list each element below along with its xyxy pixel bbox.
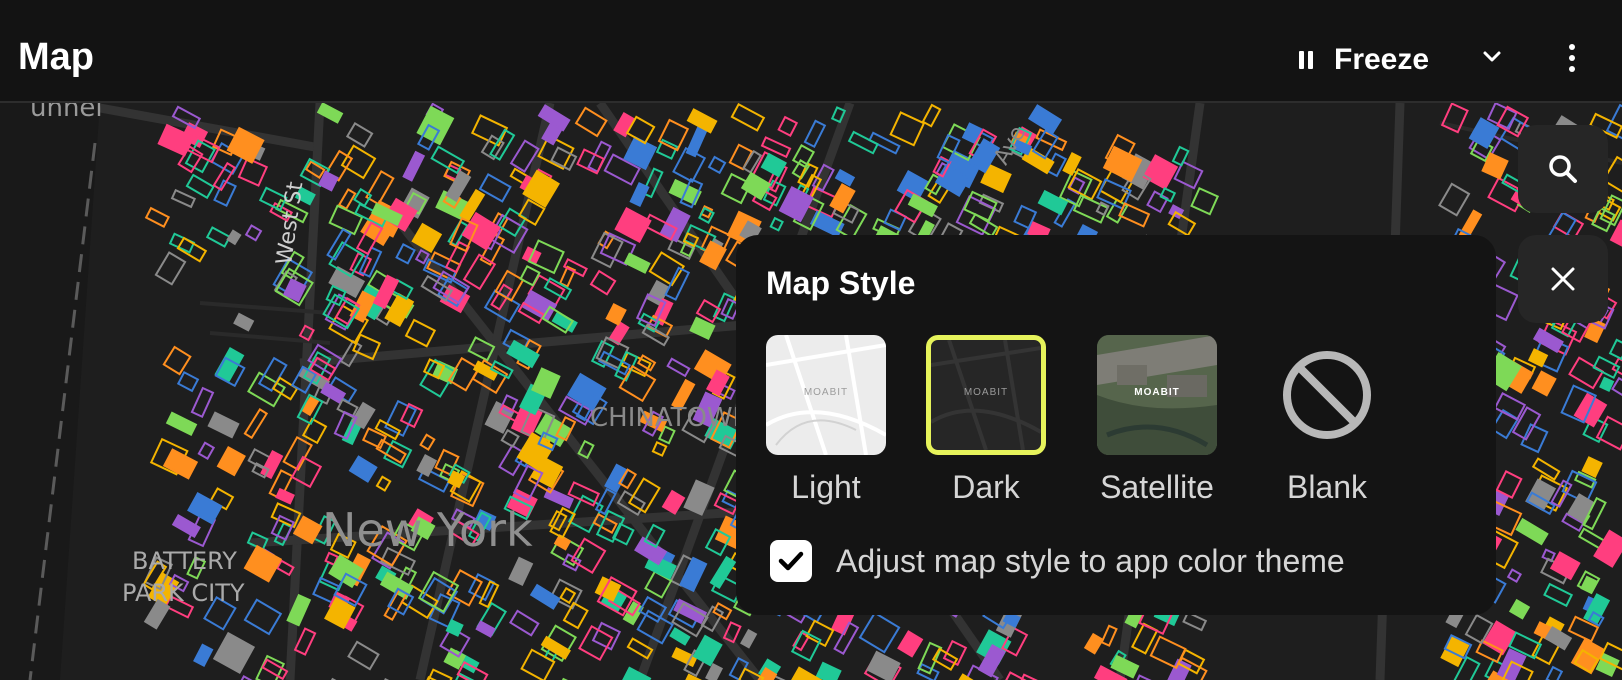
adjust-theme-option[interactable]: Adjust map style to app color theme	[770, 540, 1345, 582]
style-option-light[interactable]: MOABIT Light	[751, 335, 901, 506]
light-style-thumbnail: MOABIT	[766, 335, 886, 455]
checkmark-icon	[778, 551, 804, 571]
map-style-panel: Map Style MOABIT Light MOABIT Dark MOABI…	[736, 235, 1496, 615]
chevron-down-icon[interactable]	[1480, 44, 1504, 68]
freeze-control[interactable]: Freeze	[1290, 36, 1429, 84]
freeze-button[interactable]: Freeze	[1334, 43, 1429, 77]
adjust-theme-checkbox[interactable]	[770, 540, 812, 582]
satellite-style-thumbnail: MOABIT	[1097, 335, 1217, 455]
search-button[interactable]	[1518, 125, 1608, 213]
pause-icon[interactable]	[1290, 36, 1322, 84]
prohibited-icon	[1283, 351, 1371, 439]
close-icon	[1551, 267, 1575, 291]
dark-style-thumbnail: MOABIT	[926, 335, 1046, 455]
style-option-satellite[interactable]: MOABIT Satellite	[1082, 335, 1232, 506]
app-header: Map Freeze	[0, 0, 1622, 103]
page-title: Map	[18, 36, 94, 78]
thumbnail-text: MOABIT	[963, 387, 1009, 398]
style-label: Blank	[1286, 469, 1368, 505]
close-button[interactable]	[1518, 235, 1608, 323]
panel-title: Map Style	[766, 265, 916, 301]
style-label: Satellite	[1100, 469, 1214, 505]
search-icon	[1549, 155, 1577, 183]
more-options-icon[interactable]	[1562, 42, 1582, 74]
thumbnail-text: MOABIT	[803, 387, 849, 398]
style-label: Light	[791, 469, 861, 505]
style-label: Dark	[952, 469, 1020, 505]
thumbnail-text: MOABIT	[1134, 387, 1180, 398]
blank-style-thumbnail	[1267, 335, 1387, 455]
adjust-theme-label: Adjust map style to app color theme	[836, 542, 1345, 579]
style-option-dark[interactable]: MOABIT Dark	[911, 335, 1061, 506]
style-option-blank[interactable]: Blank	[1252, 335, 1402, 506]
